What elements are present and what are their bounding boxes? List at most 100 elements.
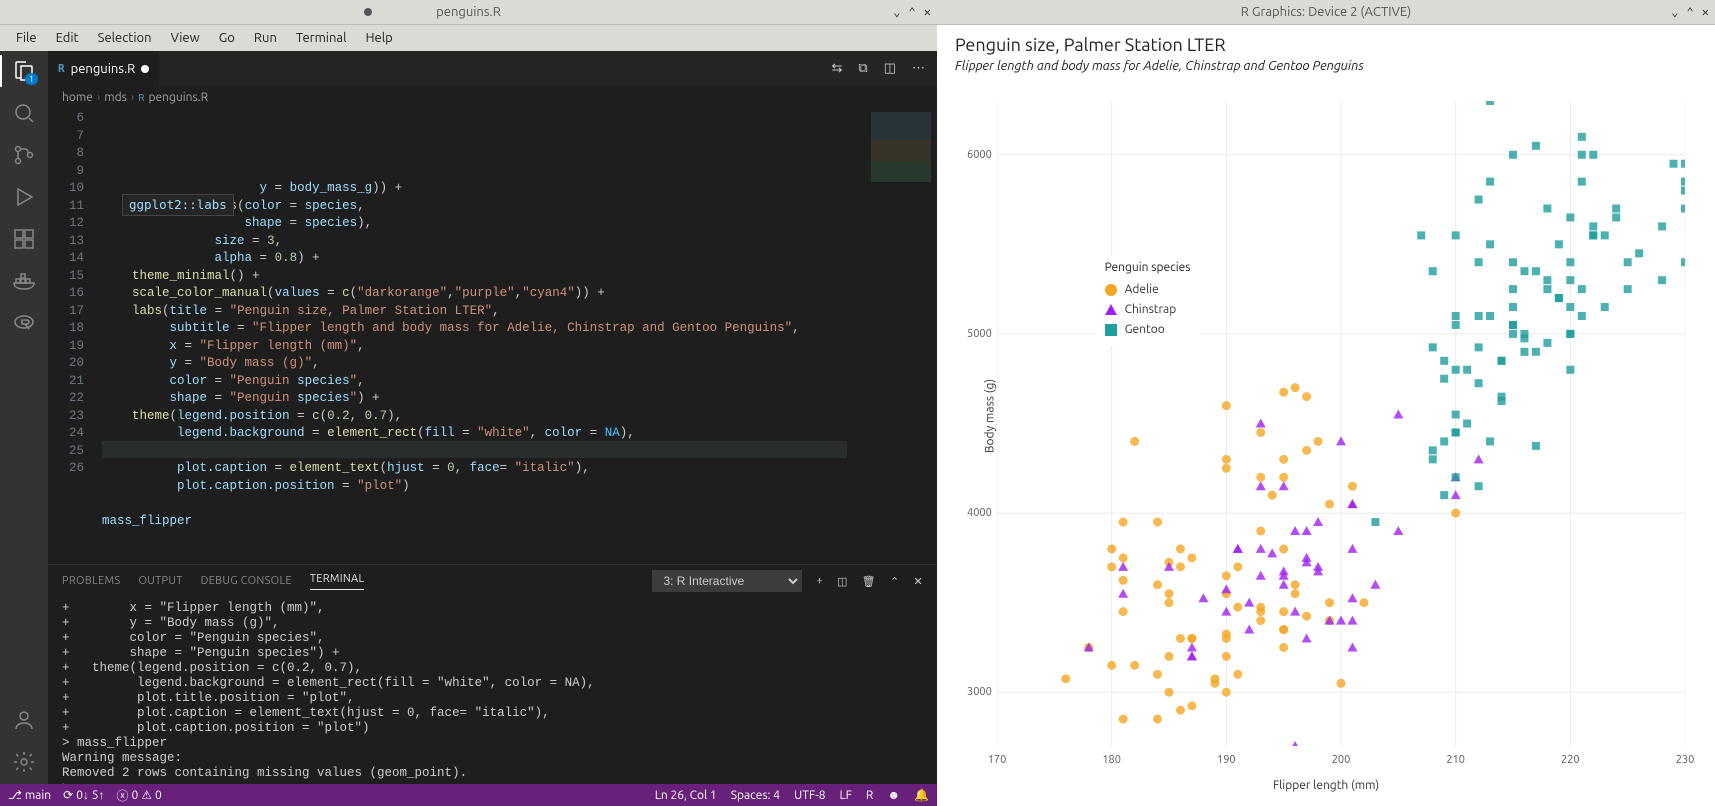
breadcrumbs[interactable]: home › mds › R penguins.R [48, 86, 937, 108]
docker-icon[interactable] [12, 269, 36, 293]
window-title: R Graphics: Device 2 (ACTIVE) [1241, 5, 1411, 19]
y-axis-label: Body mass (g) [984, 378, 997, 452]
panel-tab-problems[interactable]: PROBLEMS [62, 575, 120, 587]
r-lang-icon[interactable] [12, 311, 36, 335]
eol[interactable]: LF [839, 789, 851, 802]
x-tick: 230 [1676, 754, 1695, 766]
problems-count[interactable]: ⓧ0 ⚠0 [116, 787, 161, 804]
explorer-icon[interactable]: 1 [12, 59, 36, 83]
legend-row: Chinstrap [1105, 300, 1191, 320]
split-terminal-icon[interactable]: ◫ [837, 575, 848, 588]
error-icon: ⓧ [116, 787, 128, 804]
menubar: File Edit Selection View Go Run Terminal… [0, 25, 937, 51]
x-tick: 210 [1446, 754, 1465, 766]
feedback-icon[interactable]: ☻ [887, 788, 900, 802]
r-file-icon: R [58, 62, 65, 75]
source-control-icon[interactable] [12, 143, 36, 167]
more-icon[interactable]: ⋯ [912, 61, 925, 76]
split-preview-icon[interactable]: ⧉ [858, 61, 867, 76]
close-icon[interactable]: ✕ [924, 5, 931, 19]
crumb-home[interactable]: home [62, 91, 93, 104]
warning-icon: ⚠ [141, 788, 152, 802]
panel-tab-debug[interactable]: DEBUG CONSOLE [201, 575, 292, 587]
bottom-panel: PROBLEMS OUTPUT DEBUG CONSOLE TERMINAL 3… [48, 564, 937, 784]
menu-help[interactable]: Help [357, 29, 400, 47]
run-debug-icon[interactable] [12, 185, 36, 209]
maximize-icon[interactable]: ⌃ [909, 5, 916, 19]
minimap[interactable] [847, 108, 937, 564]
minimize-icon[interactable]: ⌄ [1671, 5, 1678, 19]
plot-subtitle: Flipper length and body mass for Adelie,… [955, 59, 1697, 73]
trash-icon[interactable]: 🗑 [862, 575, 876, 588]
plot-container: Penguin size, Palmer Station LTER Flippe… [937, 25, 1715, 806]
menu-go[interactable]: Go [211, 29, 243, 47]
terminal-output[interactable]: + x = "Flipper length (mm)", + y = "Body… [48, 597, 937, 784]
legend-title: Penguin species [1105, 261, 1191, 274]
encoding[interactable]: UTF-8 [794, 789, 825, 802]
indentation[interactable]: Spaces: 4 [731, 789, 780, 802]
settings-gear-icon[interactable] [12, 750, 36, 774]
crumb-file[interactable]: penguins.R [148, 91, 208, 104]
new-terminal-icon[interactable]: + [816, 575, 823, 587]
minimize-icon[interactable]: ⌄ [893, 5, 900, 19]
y-tick: 3000 [967, 686, 992, 698]
activity-bar: 1 [0, 51, 48, 784]
sync-icon: ⟳ [63, 788, 73, 802]
menu-run[interactable]: Run [246, 29, 285, 47]
code-content[interactable]: ggplot2::labs y = body_mass_g)) + geom_p… [102, 108, 847, 564]
editor-tab[interactable]: R penguins.R [48, 51, 159, 86]
x-axis-label: Flipper length (mm) [1273, 779, 1379, 792]
r-graphics-window: R Graphics: Device 2 (ACTIVE) ⌄ ⌃ ✕ Peng… [937, 0, 1715, 806]
line-number-gutter: 67891011121314151617181920212223242526 [48, 108, 102, 564]
menu-file[interactable]: File [8, 29, 45, 47]
menu-view[interactable]: View [163, 29, 208, 47]
scatter-plot [997, 101, 1685, 746]
extensions-icon[interactable] [12, 227, 36, 251]
minimap-preview [871, 112, 931, 182]
vscode-body: 1 [0, 51, 937, 806]
crumb-mds[interactable]: mds [104, 91, 127, 104]
y-tick: 4000 [967, 507, 992, 519]
cursor-position[interactable]: Ln 26, Col 1 [655, 789, 717, 802]
window-controls: ⌄ ⌃ ✕ [1671, 5, 1709, 19]
branch-icon: ⎇ [8, 788, 22, 802]
panel-tabs: PROBLEMS OUTPUT DEBUG CONSOLE TERMINAL 3… [48, 565, 937, 597]
tab-bar: R penguins.R ⇆ ⧉ ◫ ⋯ [48, 51, 937, 86]
terminal-selector[interactable]: 3: R Interactive [652, 570, 802, 592]
account-icon[interactable] [12, 708, 36, 732]
maximize-icon[interactable]: ⌃ [1687, 5, 1694, 19]
y-tick: 6000 [967, 149, 992, 161]
legend: Penguin species AdelieChinstrapGentoo [1095, 255, 1201, 346]
panel-tab-output[interactable]: OUTPUT [138, 575, 182, 587]
language-mode[interactable]: R [866, 789, 874, 802]
legend-row: Adelie [1105, 280, 1191, 300]
code-editor[interactable]: 67891011121314151617181920212223242526 g… [48, 108, 937, 564]
tab-filename: penguins.R [71, 62, 136, 76]
menu-edit[interactable]: Edit [48, 29, 87, 47]
vscode-titlebar[interactable]: penguins.R ⌄ ⌃ ✕ [0, 0, 937, 25]
close-panel-icon[interactable]: ✕ [913, 575, 923, 588]
window-controls: ⌄ ⌃ ✕ [893, 5, 931, 19]
chevron-right-icon: › [97, 91, 100, 104]
git-branch[interactable]: ⎇ main [8, 788, 51, 802]
x-tick: 170 [988, 754, 1007, 766]
split-editor-icon[interactable]: ◫ [884, 61, 896, 76]
search-icon[interactable] [12, 101, 36, 125]
compare-icon[interactable]: ⇆ [832, 61, 843, 76]
plot-title: Penguin size, Palmer Station LTER [955, 35, 1697, 55]
menu-terminal[interactable]: Terminal [288, 29, 355, 47]
panel-tab-terminal[interactable]: TERMINAL [310, 573, 365, 590]
close-icon[interactable]: ✕ [1702, 5, 1709, 19]
editor-area: R penguins.R ⇆ ⧉ ◫ ⋯ home › mds › [48, 51, 937, 784]
chevron-up-icon[interactable]: ⌃ [890, 575, 900, 588]
x-tick: 200 [1332, 754, 1351, 766]
git-sync[interactable]: ⟳ 0↓ 5↑ [63, 788, 104, 802]
x-tick: 180 [1102, 754, 1121, 766]
x-tick: 190 [1217, 754, 1236, 766]
notifications-icon[interactable]: 🔔 [914, 788, 929, 802]
intellisense-hint[interactable]: ggplot2::labs [122, 194, 234, 216]
graphics-titlebar[interactable]: R Graphics: Device 2 (ACTIVE) ⌄ ⌃ ✕ [937, 0, 1715, 25]
explorer-badge: 1 [25, 73, 38, 85]
menu-selection[interactable]: Selection [90, 29, 160, 47]
editor-actions: ⇆ ⧉ ◫ ⋯ [832, 61, 938, 76]
